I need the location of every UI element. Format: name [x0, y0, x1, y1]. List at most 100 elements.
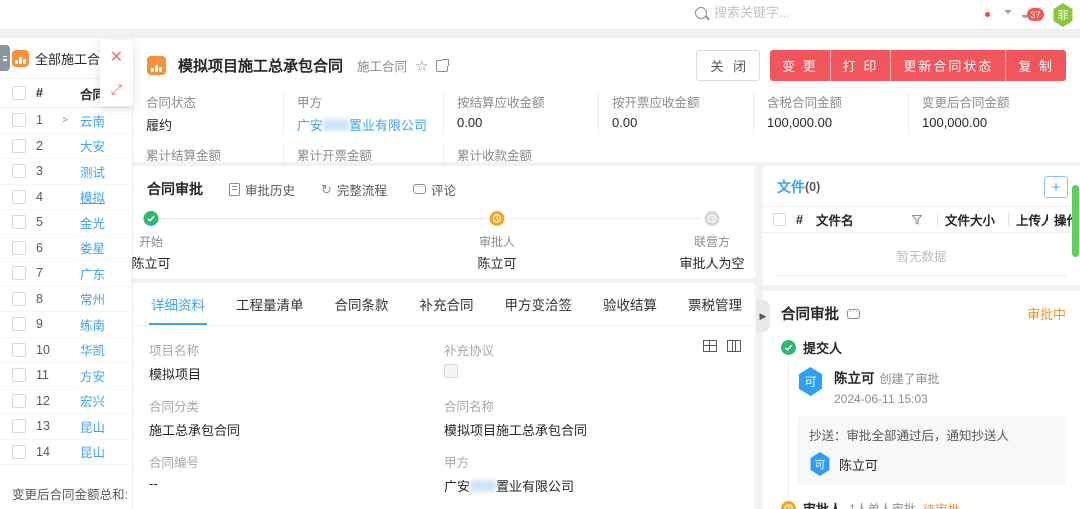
contract-link[interactable]: 昆山	[80, 417, 105, 436]
files-title: 文件	[777, 177, 805, 197]
field-value: 0.00	[457, 115, 598, 130]
row-checkbox[interactable]	[12, 292, 26, 306]
contract-link[interactable]: 广东	[80, 264, 105, 283]
expand-icon[interactable]: ⤢	[100, 73, 133, 106]
column-view-icon[interactable]	[727, 340, 741, 352]
column-uploader: 上传人	[1016, 210, 1048, 229]
contract-link[interactable]: 华凯	[80, 340, 105, 359]
project-name-link[interactable]: 模拟项目	[149, 364, 444, 383]
table-row[interactable]: 6娄星	[0, 236, 132, 262]
submitter-entry: 可 陈立可创建了审批 2024-06-11 15:03	[797, 367, 1080, 406]
table-row[interactable]: 14昆山	[0, 440, 132, 466]
sidebar-collapse-handle[interactable]	[0, 45, 10, 71]
party-a-link[interactable]: 广安置业有限公司	[297, 115, 443, 134]
files-table-header: # 文件名 文件大小 上传人 操作	[763, 206, 1080, 233]
approval-history-button[interactable]: 审批历史	[229, 180, 295, 199]
table-row[interactable]: 5金光	[0, 210, 132, 236]
contract-link[interactable]: 方安	[80, 366, 105, 385]
row-checkbox[interactable]	[12, 139, 26, 153]
table-row[interactable]: 13昆山	[0, 414, 132, 440]
row-checkbox[interactable]	[12, 164, 26, 178]
tab-supplement[interactable]: 补充合同	[418, 283, 476, 325]
table-view-icon[interactable]	[703, 340, 717, 352]
add-file-button[interactable]: +	[1044, 176, 1068, 198]
flow-step-start: 开始 陈立可	[131, 211, 170, 272]
row-checkbox[interactable]	[12, 266, 26, 280]
contract-link[interactable]: 大安	[80, 136, 105, 155]
panel-window-controls: ✕ ⤢	[100, 40, 133, 106]
row-checkbox[interactable]	[12, 241, 26, 255]
table-row[interactable]: 11方安	[0, 363, 132, 389]
table-row[interactable]: 2大安	[0, 134, 132, 160]
contract-link[interactable]: 娄星	[80, 238, 105, 257]
filter-icon[interactable]	[912, 215, 922, 225]
tab-partya-change[interactable]: 甲方变洽签	[503, 283, 575, 325]
table-row[interactable]: 8常州	[0, 287, 132, 313]
panel-collapse-handle[interactable]: ▶	[756, 300, 770, 332]
row-checkbox[interactable]	[12, 113, 26, 127]
global-search	[695, 5, 824, 20]
search-input[interactable]	[714, 5, 824, 20]
action-button-group: 变 更 打 印 更新合同状态 复 制	[770, 50, 1066, 81]
close-button[interactable]: 关 闭	[696, 50, 760, 81]
user-avatar[interactable]: 菲	[1052, 3, 1074, 27]
party-a-link[interactable]: 广安置业有限公司	[444, 476, 739, 495]
copy-button[interactable]: 复 制	[1005, 50, 1066, 81]
tab-boq[interactable]: 工程量清单	[234, 283, 306, 325]
field-label: 按结算应收金额	[457, 92, 598, 111]
supplement-checkbox[interactable]	[444, 364, 458, 378]
row-checkbox[interactable]	[12, 317, 26, 331]
external-link-icon[interactable]	[436, 60, 448, 72]
row-expander-icon[interactable]: >	[62, 115, 76, 126]
close-icon[interactable]: ✕	[100, 40, 133, 73]
full-process-button[interactable]: ↻完整流程	[321, 180, 387, 199]
select-all-checkbox[interactable]	[773, 213, 786, 226]
tab-invoice-tax[interactable]: 票税管理	[686, 283, 744, 325]
print-button[interactable]: 打 印	[830, 50, 891, 81]
contract-doc-icon	[147, 56, 166, 75]
table-row[interactable]: 10华凯	[0, 338, 132, 364]
tab-terms[interactable]: 合同条款	[333, 283, 391, 325]
contract-link[interactable]: 金光	[80, 213, 105, 232]
row-checkbox[interactable]	[12, 215, 26, 229]
row-checkbox[interactable]	[12, 190, 26, 204]
comment-button[interactable]: 评论	[413, 180, 456, 199]
person-action: 创建了审批	[880, 372, 940, 386]
contract-link[interactable]: 云南	[80, 111, 105, 130]
step-done-icon	[143, 211, 158, 226]
timestamp: 2024-06-11 15:03	[834, 392, 940, 406]
table-row[interactable]: 7广东	[0, 261, 132, 287]
contract-link[interactable]: 昆山	[80, 442, 105, 461]
redacted-text	[323, 119, 349, 131]
change-button[interactable]: 变 更	[770, 50, 830, 81]
field-value: 模拟项目施工总承包合同	[444, 420, 739, 439]
select-all-checkbox[interactable]	[12, 86, 26, 100]
update-status-button[interactable]: 更新合同状态	[890, 50, 1005, 81]
contract-link[interactable]: 练南	[80, 315, 105, 334]
row-checkbox[interactable]	[12, 343, 26, 357]
table-row[interactable]: 3测试	[0, 159, 132, 185]
field-label: 甲方	[297, 92, 443, 111]
table-row[interactable]: 12宏兴	[0, 389, 132, 415]
row-checkbox[interactable]	[12, 368, 26, 382]
row-checkbox[interactable]	[12, 394, 26, 408]
table-row-selected[interactable]: 4模拟	[0, 185, 132, 211]
detail-card: 详细资料 工程量清单 合同条款 补充合同 甲方变洽签 验收结算 票税管理 项目收…	[133, 283, 755, 509]
comment-icon[interactable]	[847, 309, 860, 319]
contract-link[interactable]: 测试	[80, 162, 105, 181]
tab-detail-info[interactable]: 详细资料	[149, 283, 207, 325]
cycle-icon: ↻	[321, 183, 332, 196]
contract-link[interactable]: 常州	[80, 289, 105, 308]
field-label: 补充协议	[444, 340, 739, 359]
files-card: 文件 (0) + # 文件名 文件大小 上传人 操作 暂无数据	[763, 166, 1080, 285]
star-icon[interactable]: ☆	[415, 57, 428, 75]
table-row[interactable]: 1 > 云南	[0, 108, 132, 134]
tab-acceptance[interactable]: 验收结算	[601, 283, 659, 325]
contract-link[interactable]: 宏兴	[80, 391, 105, 410]
row-checkbox[interactable]	[12, 445, 26, 459]
status-badge: 审批中	[1027, 304, 1066, 323]
table-row[interactable]: 9练南	[0, 312, 132, 338]
row-checkbox[interactable]	[12, 419, 26, 433]
scrollbar-thumb[interactable]	[1072, 185, 1079, 257]
contract-link[interactable]: 模拟	[80, 187, 105, 206]
